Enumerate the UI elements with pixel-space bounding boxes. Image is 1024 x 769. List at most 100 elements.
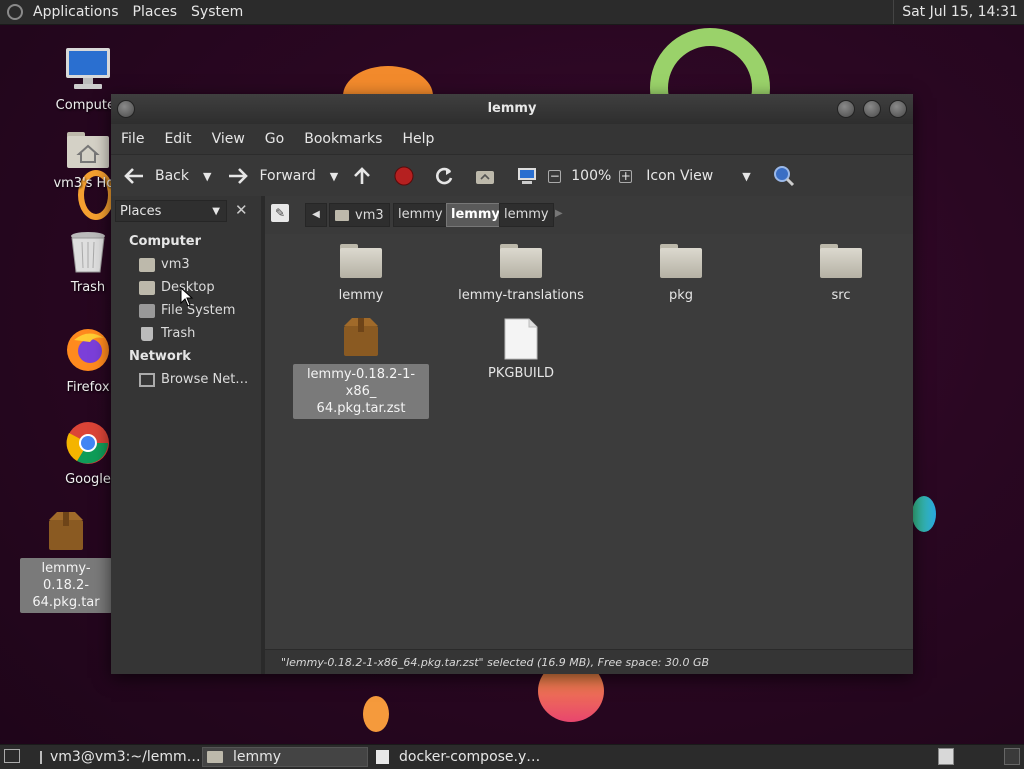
file-item-label: lemmy-translations (458, 288, 584, 303)
menu-bookmarks[interactable]: Bookmarks (294, 131, 392, 147)
edit-location-icon[interactable]: ✎ (271, 204, 289, 222)
file-item-folder[interactable]: lemmy (281, 242, 441, 303)
forward-button[interactable]: Forward (227, 167, 316, 185)
menu-help[interactable]: Help (392, 131, 444, 147)
clock[interactable]: Sat Jul 15, 14:31 (893, 0, 1024, 24)
breadcrumb-left-arrow[interactable]: ◀ (305, 203, 327, 227)
sidebar-places-select[interactable]: Places ▼ (115, 200, 227, 222)
bg-cyan-blob (912, 496, 936, 532)
breadcrumb-label: vm3 (355, 207, 384, 223)
taskbar-item-label: vm3@vm3:~/lemm… (50, 749, 201, 765)
view-mode-value: Icon View (646, 168, 714, 184)
search-icon[interactable] (773, 165, 795, 187)
menu-edit[interactable]: Edit (154, 131, 201, 147)
file-item-folder[interactable]: pkg (601, 242, 761, 303)
window-titlebar[interactable]: lemmy (111, 94, 913, 124)
desktop-package-file[interactable]: lemmy-0.18.2- 64.pkg.tar (20, 512, 112, 613)
sidebar-item-desktop[interactable]: Desktop (139, 280, 215, 295)
window-title: lemmy (487, 101, 537, 116)
system-menu[interactable]: System (184, 0, 250, 24)
bg-orange-small-blob (363, 696, 389, 732)
zoom-out-icon[interactable]: − (548, 169, 562, 183)
maximize-button[interactable] (863, 100, 881, 118)
file-item-label: PKGBUILD (488, 366, 554, 381)
package-icon (49, 512, 83, 550)
desktop-folder-icon (139, 280, 155, 295)
sidebar-section-computer: Computer (129, 234, 202, 249)
file-item-label: pkg (668, 288, 694, 303)
sidebar-close-icon[interactable]: ✕ (235, 201, 248, 219)
home-folder-icon (67, 132, 109, 168)
location-bar: ✎ ◀ vm3 lemmy lemmy lemmy ▶ (265, 196, 913, 234)
view-mode-select[interactable]: Icon View (646, 168, 742, 184)
places-menu[interactable]: Places (126, 0, 185, 24)
close-button[interactable] (889, 100, 907, 118)
forward-arrow-icon (229, 168, 249, 184)
taskbar-item-terminal[interactable]: vm3@vm3:~/lemm… (36, 747, 201, 767)
sidebar-item-label: Trash (161, 326, 196, 341)
terminal-icon (40, 750, 42, 764)
file-item-folder[interactable]: src (761, 242, 921, 303)
sidebar-header-label: Places (120, 204, 162, 219)
taskbar-item-editor[interactable]: docker-compose.y… (372, 747, 542, 767)
distro-logo-icon[interactable] (7, 4, 23, 20)
file-item-label: src (831, 288, 851, 303)
menu-file[interactable]: File (111, 131, 154, 147)
file-item-folder[interactable]: lemmy-translations (441, 242, 601, 303)
minimize-button[interactable] (837, 100, 855, 118)
sidebar: Places ▼ ✕ Computer vm3 Desktop File Sys… (111, 196, 265, 674)
zoom-in-icon[interactable]: + (619, 169, 633, 183)
back-label: Back (155, 168, 189, 184)
mouse-cursor-icon (180, 287, 194, 307)
breadcrumb-lemmy-child[interactable]: lemmy (499, 203, 554, 227)
sidebar-item-label: File System (161, 303, 236, 318)
taskbar-item-lemmy[interactable]: lemmy (202, 747, 368, 767)
network-icon (139, 372, 155, 387)
file-item-label: lemmy-0.18.2-1-x86_ 64.pkg.tar.zst (293, 364, 429, 419)
computer-small-icon[interactable] (516, 166, 538, 186)
file-view: lemmy lemmy-translations pkg src lemmy-0… (265, 234, 913, 649)
stop-icon[interactable] (394, 166, 414, 186)
show-desktop-icon[interactable] (4, 749, 20, 763)
workspace-switcher-2[interactable] (1004, 748, 1020, 765)
firefox-icon (67, 329, 109, 371)
view-mode-dropdown-icon[interactable]: ▼ (742, 170, 750, 183)
home-icon[interactable] (474, 166, 496, 186)
breadcrumb-lemmy-1[interactable]: lemmy (393, 203, 448, 227)
menu-go[interactable]: Go (255, 131, 294, 147)
folder-icon (500, 242, 542, 278)
file-item-label: lemmy (338, 288, 384, 303)
sidebar-section-network: Network (129, 349, 191, 364)
folder-icon (660, 242, 702, 278)
back-history-dropdown[interactable]: ▼ (203, 170, 211, 183)
reload-icon[interactable] (434, 166, 454, 186)
breadcrumb-vm3[interactable]: vm3 (329, 203, 390, 227)
zoom-level: 100% (571, 168, 612, 184)
trash-icon (141, 326, 153, 341)
drive-icon (139, 303, 155, 318)
folder-icon (340, 242, 382, 278)
forward-label: Forward (259, 168, 316, 184)
forward-history-dropdown[interactable]: ▼ (330, 170, 338, 183)
sidebar-item-label: Browse Net… (161, 372, 249, 387)
package-icon (344, 318, 378, 356)
text-editor-icon (376, 750, 389, 764)
back-button[interactable]: Back (123, 167, 189, 185)
breadcrumb-right-arrow[interactable]: ▶ (555, 203, 563, 225)
sidebar-item-browse-network[interactable]: Browse Net… (139, 372, 248, 387)
bottom-panel: vm3@vm3:~/lemm… lemmy docker-compose.y… (0, 744, 1024, 769)
sidebar-item-vm3[interactable]: vm3 (139, 257, 190, 272)
up-arrow-icon[interactable] (352, 166, 372, 186)
sidebar-item-trash[interactable]: Trash (139, 326, 195, 341)
applications-menu[interactable]: Applications (26, 0, 126, 24)
file-item-text[interactable]: PKGBUILD (441, 318, 601, 381)
folder-icon (820, 242, 862, 278)
computer-icon (66, 48, 110, 89)
top-panel: Applications Places System Sat Jul 15, 1… (0, 0, 1024, 25)
file-item-package-selected[interactable]: lemmy-0.18.2-1-x86_ 64.pkg.tar.zst (281, 318, 441, 419)
menu-view[interactable]: View (202, 131, 255, 147)
breadcrumb-lemmy-current[interactable]: lemmy (446, 203, 505, 227)
file-manager-window: lemmy File Edit View Go Bookmarks Help B… (111, 94, 913, 674)
workspace-switcher[interactable] (938, 748, 954, 765)
taskbar-item-label: lemmy (233, 749, 282, 765)
